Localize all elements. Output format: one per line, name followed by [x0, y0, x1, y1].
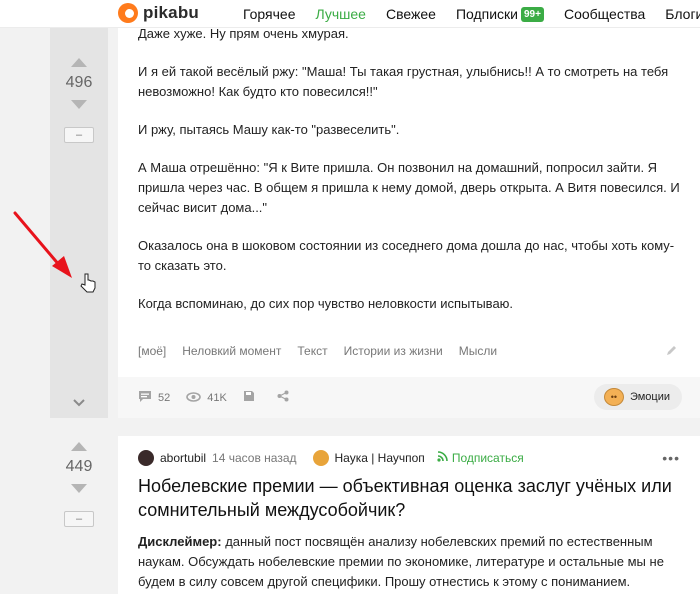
nav-subscriptions-label: Подписки: [455, 6, 518, 22]
pikabu-logo[interactable]: pikabu: [118, 3, 199, 23]
eye-icon: [186, 390, 202, 405]
story2-body: Дисклеймер: данный пост посвящён анализу…: [138, 532, 680, 592]
emoji-faces-icon: ••: [603, 388, 624, 406]
avatar[interactable]: [138, 450, 154, 466]
site-header: pikabu Горячее Лучшее Свежее Подписки 99…: [0, 0, 700, 28]
downvote-button[interactable]: [71, 484, 87, 493]
edit-icon[interactable]: [666, 344, 678, 359]
story1-body: Даже хуже. Ну прям очень хмурая. И я ей …: [118, 24, 700, 314]
emotions-label: Эмоции: [629, 391, 670, 403]
community-link[interactable]: Наука | Научпоп: [335, 451, 425, 465]
story2-title[interactable]: Нобелевские премии — объективная оценка …: [138, 474, 680, 522]
logo-text: pikabu: [143, 3, 199, 22]
tag-life-stories[interactable]: Истории из жизни: [344, 344, 443, 358]
views-count: 41K: [207, 391, 227, 404]
nav-subscriptions[interactable]: Подписки 99+: [456, 6, 544, 22]
views-counter: 41K: [186, 390, 227, 405]
tag-thoughts[interactable]: Мысли: [459, 344, 497, 358]
pikabu-logo-icon: [118, 3, 138, 23]
tag-awkward-moment[interactable]: Неловкий момент: [182, 344, 281, 358]
story1-paragraph: Когда вспоминаю, до сих пор чувство нело…: [138, 296, 514, 311]
chevron-down-icon[interactable]: [73, 395, 85, 410]
subscribe-label: Подписаться: [451, 451, 524, 465]
story1-rating-column: 496 –: [50, 28, 108, 418]
story1: Даже хуже. Ну прям очень хмурая. И я ей …: [118, 26, 700, 418]
share-icon: [277, 390, 289, 405]
nav-best[interactable]: Лучшее: [316, 6, 366, 22]
story1-paragraph: А Маша отрешённо: "Я к Вите пришла. Он п…: [138, 160, 680, 215]
story2-rating-column: 449 –: [50, 436, 108, 594]
save-button[interactable]: [243, 390, 261, 405]
downvote-button[interactable]: [71, 100, 87, 109]
disclaimer-label: Дисклеймер:: [138, 534, 222, 549]
story2-meta: abortubil 14 часов назад Наука | Научпоп…: [138, 446, 680, 470]
subscribe-button[interactable]: Подписаться: [437, 451, 524, 465]
story1-tags: [моё] Неловкий момент Текст Истории из ж…: [138, 344, 513, 358]
story1-rating: 496: [65, 74, 93, 91]
subscriptions-badge: 99+: [521, 6, 544, 22]
upvote-button[interactable]: [71, 58, 87, 67]
collapse-story-button[interactable]: –: [64, 511, 94, 527]
upvote-button[interactable]: [71, 442, 87, 451]
story1-paragraph: Оказалось она в шоковом состоянии из сос…: [138, 238, 675, 273]
nav-blogs[interactable]: Блоги: [665, 6, 700, 22]
nav-fresh[interactable]: Свежее: [386, 6, 436, 22]
emotions-button[interactable]: •• Эмоции: [593, 384, 682, 410]
story2: abortubil 14 часов назад Наука | Научпоп…: [118, 436, 700, 594]
comments-count: 52: [158, 391, 171, 404]
more-options-icon[interactable]: •••: [662, 450, 680, 466]
comment-icon: [138, 390, 152, 406]
story2-rating: 449: [65, 458, 93, 475]
story1-paragraph: И я ей такой весёлый ржу: "Маша! Ты така…: [138, 64, 669, 99]
share-button[interactable]: [277, 390, 295, 405]
story1-paragraph: И ржу, пытаясь Машу как-то "развеселить"…: [138, 122, 400, 137]
comments-button[interactable]: 52: [138, 390, 170, 406]
nav-communities[interactable]: Сообщества: [564, 6, 645, 22]
save-icon: [243, 390, 255, 405]
story1-footer: 52 41K •• Эмоции: [118, 377, 700, 418]
main-nav: Горячее Лучшее Свежее Подписки 99+ Сообщ…: [243, 0, 700, 28]
collapse-story-button[interactable]: –: [64, 127, 94, 143]
tag-mine[interactable]: [моё]: [138, 344, 166, 358]
rss-icon: [437, 451, 448, 465]
post-time: 14 часов назад: [212, 451, 297, 465]
nav-hot[interactable]: Горячее: [243, 6, 296, 22]
tag-text[interactable]: Текст: [297, 344, 327, 358]
author-link[interactable]: abortubil: [160, 451, 206, 465]
community-avatar[interactable]: [312, 450, 329, 466]
